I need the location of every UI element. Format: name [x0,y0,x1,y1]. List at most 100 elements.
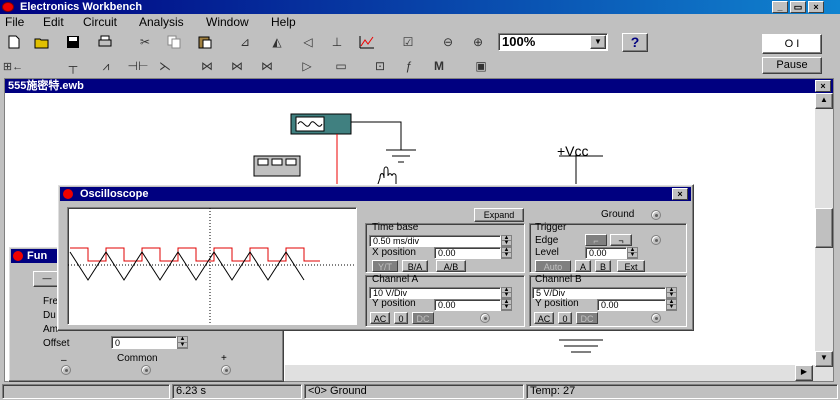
channel-b-terminal[interactable] [651,313,661,323]
menu-help[interactable]: Help [271,15,296,29]
trigger-auto-button[interactable]: Auto [535,260,571,272]
new-icon[interactable] [3,32,25,52]
document-close-button[interactable]: × [815,80,831,92]
open-icon[interactable] [31,32,53,52]
offset-stepper[interactable]: ▲ ▼ [177,336,188,349]
channel-b-dc-button[interactable]: DC [576,312,598,324]
status-temp-value: Temp: 27 [530,385,576,397]
close-button[interactable]: × [808,1,824,13]
menu-edit[interactable]: Edit [43,15,64,29]
timebase-stepper[interactable]: ▲ ▼ [501,235,512,247]
mixed-ics-bin-icon[interactable]: ⋈ [196,56,218,76]
terminal-plus[interactable] [221,365,231,375]
scroll-down-button[interactable]: ▼ [815,351,833,367]
trigger-ext-button[interactable]: Ext [617,260,645,272]
edge-label: Edge [535,235,559,246]
channel-a-terminal[interactable] [480,313,490,323]
channel-a-y-position-field[interactable]: 0.00 [434,299,501,311]
basic-bin-icon[interactable]: ┬ [62,56,84,76]
x-position-stepper[interactable]: ▲ ▼ [501,247,512,259]
mode-yt-button[interactable]: Y/T [372,260,398,272]
miscellaneous-bin-icon[interactable]: ƒ [398,56,420,76]
analog-ics-bin-icon[interactable]: ⋋ [154,56,176,76]
cut-icon[interactable]: ✂ [134,32,156,52]
channel-a-y-position-stepper[interactable]: ▲ ▼ [501,299,512,311]
transistors-bin-icon[interactable]: ⊣⊢ [127,56,149,76]
amplitude-label: Am [43,324,58,335]
zoom-in-icon[interactable]: ⊕ [467,32,489,52]
mode-ab-label: A/B [443,262,459,272]
trigger-title: Trigger [535,222,567,233]
minimize-button[interactable]: _ [772,1,788,13]
zoom-dropdown-button[interactable]: ▼ [590,35,606,49]
ground-label: Ground [601,209,635,220]
instruments-bin-icon[interactable]: ▣ [470,56,492,76]
maximize-button[interactable]: ▭ [790,1,806,13]
trigger-level-value: 0.00 [589,248,607,258]
trigger-terminal[interactable] [651,235,661,245]
zoom-out-icon[interactable]: ⊖ [437,32,459,52]
controls-bin-icon[interactable]: ⊡ [369,56,391,76]
help-button[interactable]: ? [622,33,648,52]
channel-a-zero-button[interactable]: 0 [394,312,408,324]
graph-icon[interactable] [356,32,378,52]
indicators-bin-icon[interactable]: ▭ [330,56,352,76]
trigger-level-stepper[interactable]: ▲ ▼ [627,247,638,259]
offset-input[interactable]: 0 [111,336,177,349]
scroll-thumb[interactable] [815,208,833,248]
x-position-field[interactable]: 0.00 [434,247,501,259]
main-toolbar: ✂ ⊿ ◭ ◁ ⊥ ☑ ⊖ ⊕ 100% ▼ ? [0,32,760,54]
channel-b-scale-stepper[interactable]: ▲ ▼ [666,287,677,299]
save-icon[interactable] [62,32,84,52]
diodes-bin-icon[interactable]: ⩘ [95,56,117,76]
digital-ics-bin-icon[interactable]: ⋈ [226,56,248,76]
copy-icon[interactable] [163,32,185,52]
oscilloscope-close-button[interactable]: × [672,188,688,200]
mode-ba-button[interactable]: B/A [402,260,428,272]
print-icon[interactable] [94,32,116,52]
rotate-icon[interactable]: ⊿ [234,32,256,52]
sources-bin-icon[interactable]: ⊞← [2,56,24,76]
channel-b-y-position-value: 0.00 [601,300,619,310]
menu-window[interactable]: Window [206,15,249,29]
channel-b-y-position-stepper[interactable]: ▲ ▼ [666,299,677,311]
pause-button[interactable]: Pause [762,57,822,74]
paste-icon[interactable] [194,32,216,52]
channel-a-title: Channel A [372,274,419,285]
channel-b-zero-button[interactable]: 0 [558,312,572,324]
channel-a-ac-button[interactable]: AC [370,312,390,324]
multimeter-bin-icon[interactable]: M [428,56,450,76]
oscilloscope-icon [63,189,73,199]
offset-value: 0 [115,338,121,348]
terminal-common[interactable] [141,365,151,375]
edge-rising-button[interactable]: ⌐ [585,234,607,246]
menu-circuit[interactable]: Circuit [83,15,117,29]
trigger-b-button[interactable]: B [595,260,611,272]
subcircuit-icon[interactable]: ⊥ [326,32,348,52]
trigger-level-field[interactable]: 0.00 [585,247,627,259]
power-switch[interactable]: O I [762,34,822,54]
mode-ab-button[interactable]: A/B [436,260,466,272]
flip-horizontal-icon[interactable]: ◭ [266,32,288,52]
vertical-scrollbar[interactable]: ▲ ▼ [815,93,833,381]
edge-falling-button[interactable]: ¬ [610,234,632,246]
terminal-minus[interactable] [61,365,71,375]
x-position-value: 0.00 [438,248,456,258]
trigger-a-label: A [579,262,586,272]
timebase-scale-field[interactable]: 0.50 ms/div [369,235,501,247]
component-properties-icon[interactable]: ☑ [397,32,419,52]
menu-analysis[interactable]: Analysis [139,15,184,29]
menu-file[interactable]: File [5,15,24,29]
channel-a-scale-stepper[interactable]: ▲ ▼ [501,287,512,299]
flip-vertical-icon[interactable]: ◁ [297,32,319,52]
trigger-a-button[interactable]: A [575,260,591,272]
channel-b-y-position-field[interactable]: 0.00 [597,299,666,311]
ground-terminal[interactable] [651,210,661,220]
channel-a-dc-button[interactable]: DC [412,312,434,324]
logic-gates-bin-icon[interactable]: ⋈ [256,56,278,76]
channel-b-ac-button[interactable]: AC [534,312,554,324]
function-generator-title-bar: Fun [11,249,59,263]
expand-button[interactable]: Expand [474,208,524,222]
digital-bin-icon[interactable]: ▷ [296,56,318,76]
scroll-up-button[interactable]: ▲ [815,93,833,109]
